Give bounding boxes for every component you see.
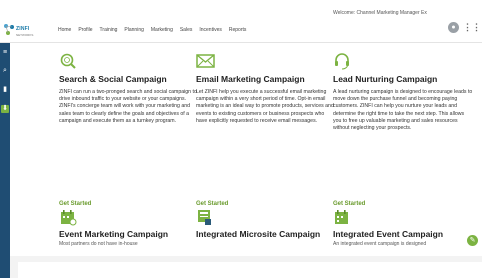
card-description: An integrated event campaign is designed <box>333 241 427 247</box>
card-description: Most partners do not have in-house <box>59 241 138 247</box>
card-title: Integrated Microsite Campaign <box>196 229 321 239</box>
welcome-text: Welcome: Channel Marketing Manager Ex <box>333 10 427 16</box>
card-title: Event Marketing Campaign <box>59 229 169 239</box>
edit-fab-button[interactable]: ✎ <box>467 235 478 246</box>
nav-reports[interactable]: Reports <box>229 27 247 33</box>
nav-home[interactable]: Home <box>58 27 71 33</box>
card-integrated-microsite: Integrated Microsite Campaign <box>196 208 336 239</box>
card-lead-nurturing: Lead Nurturing Campaign A lead nurturing… <box>333 52 473 132</box>
headset-icon <box>335 53 349 70</box>
card-description: Let ZINFI help you execute a successful … <box>196 89 334 124</box>
get-started-link[interactable]: Get Started <box>196 201 228 207</box>
calendar-icon <box>61 210 77 226</box>
card-title: Lead Nurturing Campaign <box>333 74 438 84</box>
header-icons: ● ⋮⋮ <box>448 22 481 33</box>
card-integrated-event: Integrated Event Campaign An integrated … <box>333 208 473 247</box>
left-sidebar: ≡ ⌕ ▮ ⬇ <box>0 43 10 278</box>
card-description: A lead nurturing campaign is designed to… <box>333 89 473 132</box>
menu-icon[interactable]: ≡ <box>1 49 9 57</box>
apps-grid-icon[interactable]: ⋮⋮ <box>463 22 481 33</box>
logo[interactable]: ZINFI NETWORKS <box>3 22 35 38</box>
download-icon[interactable]: ⬇ <box>1 105 9 113</box>
bookmark-icon[interactable]: ▮ <box>1 86 9 94</box>
logo-name: ZINFI <box>16 26 30 32</box>
nav-incentives[interactable]: Incentives <box>199 27 222 33</box>
nav-sales[interactable]: Sales <box>180 27 193 33</box>
get-started-link[interactable]: Get Started <box>333 201 365 207</box>
card-description: ZINFI can run a two-pronged search and s… <box>59 89 197 124</box>
nav-marketing[interactable]: Marketing <box>151 27 173 33</box>
nav-training[interactable]: Training <box>100 27 118 33</box>
nav-planning[interactable]: Planning <box>124 27 143 33</box>
bottom-panel <box>18 262 482 278</box>
logo-sub: NETWORKS <box>16 33 34 37</box>
search-globe-icon <box>60 53 76 69</box>
header-divider <box>0 42 482 43</box>
card-title: Integrated Event Campaign <box>333 229 444 239</box>
search-icon[interactable]: ⌕ <box>1 67 9 75</box>
logo-mark-icon <box>4 24 14 35</box>
nav-profile[interactable]: Profile <box>78 27 92 33</box>
main-nav: Home Profile Training Planning Marketing… <box>58 27 253 33</box>
microsite-icon <box>198 210 211 225</box>
user-avatar-icon[interactable]: ● <box>448 22 459 33</box>
card-event-marketing: Event Marketing Campaign Most partners d… <box>59 208 199 247</box>
email-icon <box>196 54 215 68</box>
card-title: Email Marketing Campaign <box>196 74 305 84</box>
calendar-event-icon <box>335 210 348 224</box>
card-title: Search & Social Campaign <box>59 74 167 84</box>
get-started-link[interactable]: Get Started <box>59 201 91 207</box>
card-email-marketing: Email Marketing Campaign Let ZINFI help … <box>196 52 336 125</box>
card-search-social: Search & Social Campaign ZINFI can run a… <box>59 52 199 125</box>
